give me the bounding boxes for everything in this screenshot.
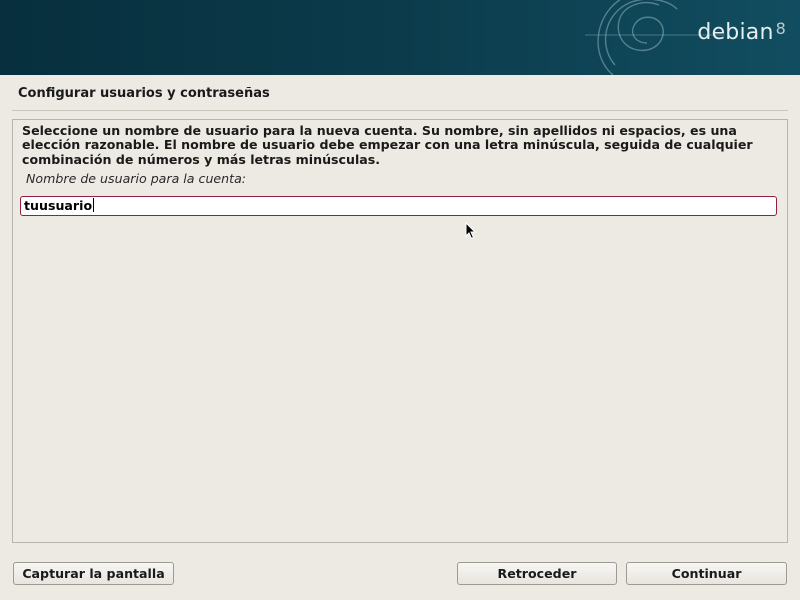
text-caret xyxy=(93,198,95,212)
mouse-pointer-icon xyxy=(465,222,477,240)
back-button[interactable]: Retroceder xyxy=(457,562,617,585)
brand-version: 8 xyxy=(775,19,786,38)
username-input[interactable]: tuusuario xyxy=(20,196,777,216)
page-title: Configurar usuarios y contraseñas xyxy=(18,86,270,101)
debian-logo: debian 8 xyxy=(697,19,786,45)
username-input-value: tuusuario xyxy=(24,198,93,213)
screenshot-button[interactable]: Capturar la pantalla xyxy=(13,562,174,585)
username-field-label: Nombre de usuario para la cuenta: xyxy=(26,171,247,186)
title-divider xyxy=(12,110,788,111)
brand-name: debian xyxy=(697,20,774,45)
instruction-text: Seleccione un nombre de usuario para la … xyxy=(22,123,753,167)
installer-banner: debian 8 xyxy=(0,0,800,75)
continue-button[interactable]: Continuar xyxy=(626,562,787,585)
content-panel: Seleccione un nombre de usuario para la … xyxy=(12,119,788,543)
